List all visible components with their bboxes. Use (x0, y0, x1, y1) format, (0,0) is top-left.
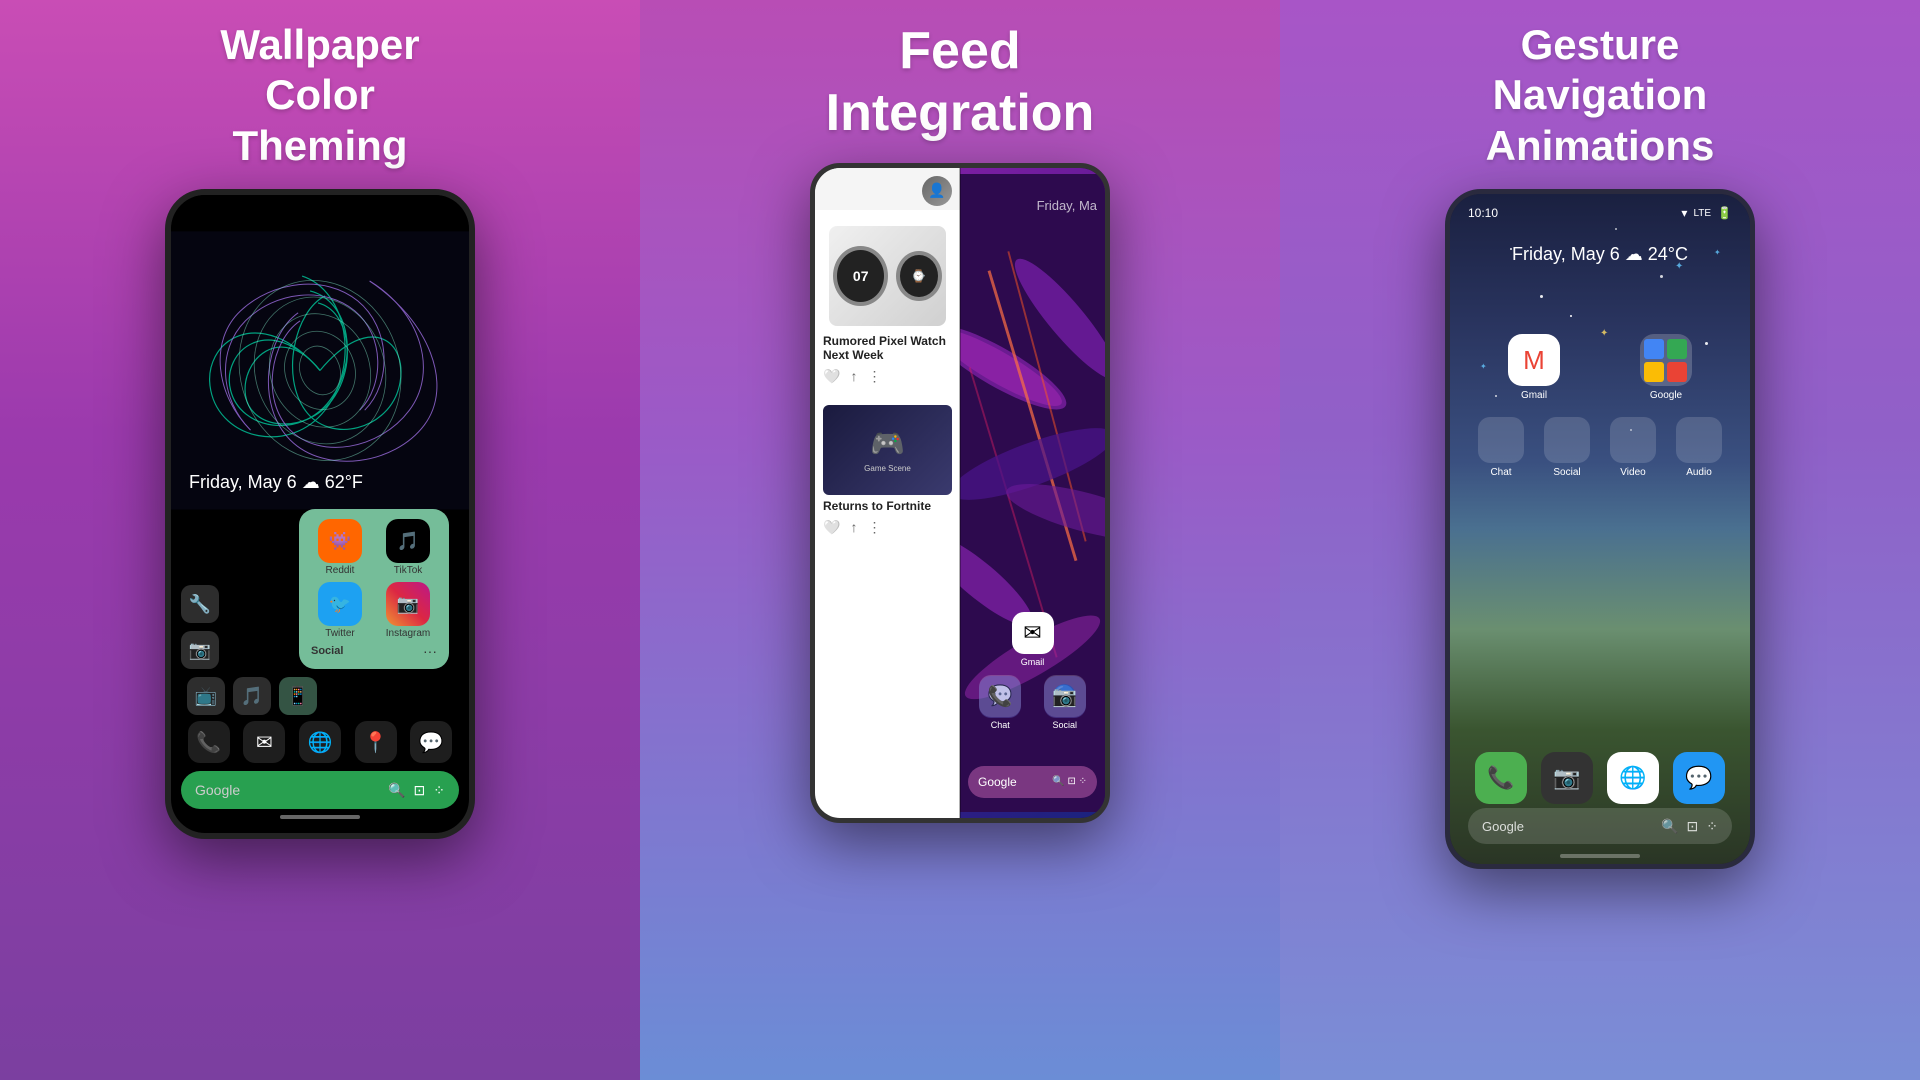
time-display: 10:10 (1468, 206, 1498, 220)
more-icon-2[interactable]: ⋮ (867, 519, 881, 536)
instagram-app[interactable]: 📷 Instagram (377, 582, 439, 639)
right-date-weather: Friday, May 6 ☁ 24°C (1450, 244, 1750, 265)
right-app-row-1: M Gmail Google (1468, 334, 1732, 401)
more-icon[interactable]: ⋮ (867, 368, 881, 385)
folder-more-icon[interactable]: ··· (423, 643, 437, 659)
app-row: 📺 🎵 📱 (181, 677, 459, 715)
feed-card-game-actions: 🤍 ↑ ⋮ (823, 519, 952, 536)
fold-phone-row: 📞 📷 (960, 676, 1105, 718)
watch-circle-1: 07 (833, 246, 888, 306)
fold-google-bar[interactable]: Google 🔍 ⊡ ⁘ (968, 766, 1097, 798)
right-phone-screen: ✦ ✦ ✦ ✦ 10:10 ▾ LTE 🔋 Friday, May 6 ☁ 24… (1450, 194, 1750, 864)
right-scan-icon[interactable]: ⊡ (1687, 818, 1699, 835)
lens-icon[interactable]: 🔍 (388, 782, 405, 799)
feed-card-watch-actions: 🤍 ↑ ⋮ (823, 368, 952, 385)
right-chat[interactable]: Chat (1476, 417, 1526, 478)
app-spotify[interactable]: 🎵 (233, 677, 271, 715)
left-panel: Wallpaper Color Theming (0, 0, 640, 1080)
fold-right-home: Friday, Ma ✉ Gmail (960, 168, 1105, 818)
right-video[interactable]: Video (1608, 417, 1658, 478)
folder-bottom: Social ··· (309, 643, 439, 659)
fold-gmail[interactable]: ✉ Gmail (1012, 612, 1054, 667)
right-dots-icon[interactable]: ⁘ (1706, 818, 1718, 835)
right-panel-title: Gesture Navigation Animations (1486, 20, 1715, 171)
dock-maps[interactable]: 📍 (355, 721, 397, 763)
right-bottom-dock: 📞 📷 🌐 💬 (1450, 752, 1750, 804)
right-google-icons: 🔍 ⊡ ⁘ (1661, 818, 1718, 835)
tiktok-app[interactable]: 🎵 TikTok (377, 519, 439, 576)
watch-circle-2: ⌚ (896, 251, 942, 301)
feed-card-game: 🎮 Game Scene Returns to Fortnite 🤍 ↑ ⋮ (815, 397, 960, 544)
watch-image: 07 ⌚ (829, 226, 945, 326)
right-dock-phone[interactable]: 📞 (1475, 752, 1527, 804)
right-dock-chrome[interactable]: 🌐 (1607, 752, 1659, 804)
battery-icon: 🔋 (1717, 206, 1732, 220)
share-icon[interactable]: ↑ (850, 368, 857, 385)
center-panel: Feed Integration 👤 07 ⌚ Rumored Pixel Wa… (640, 0, 1280, 1080)
right-home-indicator[interactable] (1560, 854, 1640, 858)
app-partial[interactable]: 📱 (279, 677, 317, 715)
dock-browser[interactable]: 🌐 (299, 721, 341, 763)
fold-app-grid: ✉ Gmail 💬 Chat (960, 612, 1105, 738)
fold-google-icons: 🔍 ⊡ ⁘ (1052, 776, 1087, 787)
share-icon-2[interactable]: ↑ (850, 519, 857, 536)
fold-app-row-1: ✉ Gmail (968, 612, 1097, 667)
status-bar: 10:10 ▾ LTE 🔋 (1450, 206, 1750, 220)
left-phone-screen: Friday, May 6 ☁ 62°F 🔧 📷 (171, 195, 469, 833)
right-phone-mockup: ✦ ✦ ✦ ✦ 10:10 ▾ LTE 🔋 Friday, May 6 ☁ 24… (1445, 189, 1755, 869)
reddit-app[interactable]: 👾 Reddit (309, 519, 371, 576)
right-gmail[interactable]: M Gmail (1504, 334, 1564, 401)
feed-card-watch: 07 ⌚ Rumored Pixel Watch Next Week 🤍 ↑ ⋮ (815, 210, 960, 393)
app-youtube[interactable]: 📺 (187, 677, 225, 715)
right-social[interactable]: Social (1542, 417, 1592, 478)
like-icon-2[interactable]: 🤍 (823, 519, 840, 536)
feed-card-watch-title: Rumored Pixel Watch Next Week (823, 334, 952, 362)
right-dock-camera[interactable]: 📷 (1541, 752, 1593, 804)
right-audio[interactable]: Audio (1674, 417, 1724, 478)
left-phone-content: Friday, May 6 ☁ 62°F 🔧 📷 (171, 195, 469, 833)
center-panel-title: Feed Integration (826, 20, 1095, 145)
status-icons: ▾ LTE 🔋 (1681, 206, 1732, 220)
right-dock-messages[interactable]: 💬 (1673, 752, 1725, 804)
feed-card-game-title: Returns to Fortnite (823, 499, 952, 513)
scan-icon[interactable]: ⊡ (414, 782, 426, 799)
app-icon-camera2[interactable]: 📷 (181, 631, 219, 669)
dock-mail[interactable]: ✉ (243, 721, 285, 763)
folder-grid: 👾 Reddit 🎵 TikTok (309, 519, 439, 639)
left-date-weather: Friday, May 6 ☁ 62°F (181, 472, 459, 493)
right-google-cluster[interactable]: Google (1636, 334, 1696, 401)
right-panel: Gesture Navigation Animations ✦ ✦ ✦ ✦ (1280, 0, 1920, 1080)
fold-wallpaper: Friday, Ma ✉ Gmail (960, 168, 1105, 818)
left-panel-title: Wallpaper Color Theming (220, 20, 419, 171)
signal-label: LTE (1693, 208, 1711, 219)
fold-phone-icon[interactable]: 📞 (979, 676, 1021, 718)
dots-icon[interactable]: ⁘ (433, 782, 445, 799)
right-app-grid: M Gmail Google (1450, 334, 1750, 494)
dock-messages[interactable]: 💬 (410, 721, 452, 763)
app-icon-camera[interactable]: 🔧 (181, 585, 219, 623)
google-bar-icons: 🔍 ⊡ ⁘ (388, 782, 445, 799)
google-search-bar[interactable]: Google 🔍 ⊡ ⁘ (181, 771, 459, 809)
center-phone-fold: 👤 07 ⌚ Rumored Pixel Watch Next Week 🤍 ↑… (810, 163, 1110, 823)
like-icon[interactable]: 🤍 (823, 368, 840, 385)
right-lens-icon[interactable]: 🔍 (1661, 818, 1678, 835)
bottom-dock: 📞 ✉ 🌐 📍 💬 (181, 721, 459, 763)
fold-camera-icon[interactable]: 📷 (1044, 676, 1086, 718)
fold-date: Friday, Ma (1037, 198, 1097, 213)
home-indicator[interactable] (280, 815, 360, 819)
social-folder-popup[interactable]: 👾 Reddit 🎵 TikTok (299, 509, 449, 669)
wifi-icon: ▾ (1681, 206, 1687, 220)
twitter-app[interactable]: 🐦 Twitter (309, 582, 371, 639)
right-google-bar[interactable]: Google 🔍 ⊡ ⁘ (1468, 808, 1732, 844)
right-app-row-2: Chat Social (1468, 417, 1732, 478)
fold-divider (959, 168, 961, 818)
fold-left-feed: 👤 07 ⌚ Rumored Pixel Watch Next Week 🤍 ↑… (815, 168, 960, 818)
dock-phone[interactable]: 📞 (188, 721, 230, 763)
game-image: 🎮 Game Scene (823, 405, 952, 495)
left-phone-mockup: Friday, May 6 ☁ 62°F 🔧 📷 (165, 189, 475, 839)
